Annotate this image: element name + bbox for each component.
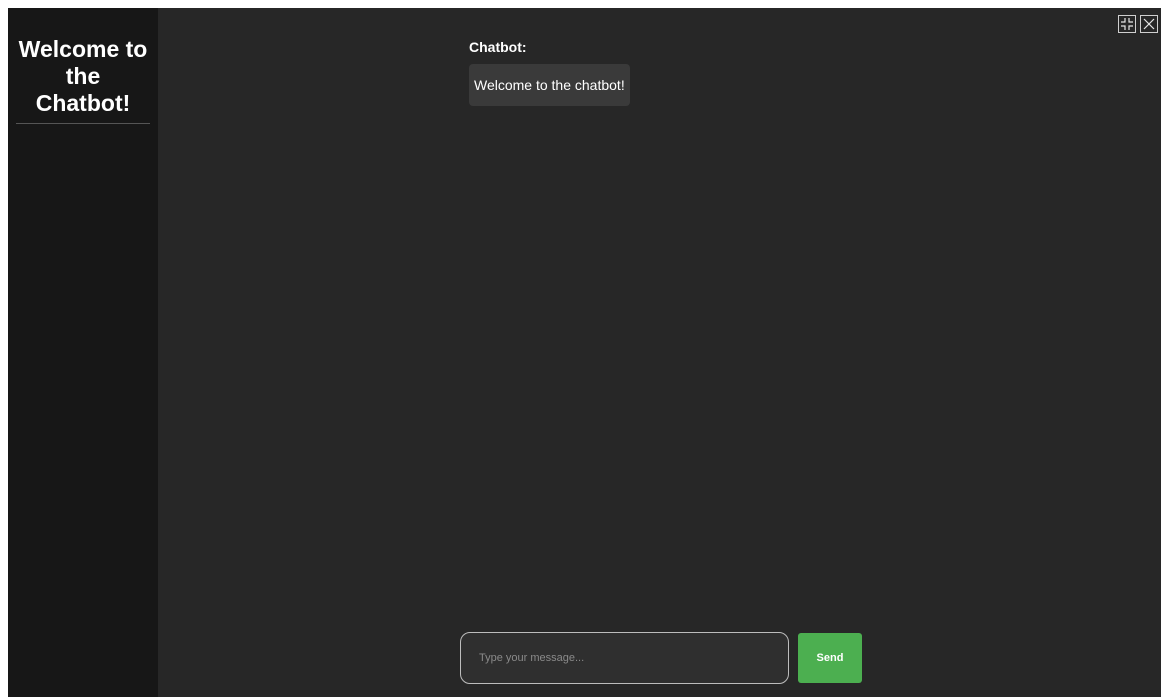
minimize-button[interactable] bbox=[1118, 15, 1136, 33]
chat-main: Chatbot: Welcome to the chatbot! Send bbox=[158, 8, 1161, 697]
chat-history: Chatbot: Welcome to the chatbot! bbox=[469, 39, 630, 106]
send-button[interactable]: Send bbox=[798, 633, 862, 683]
minimize-icon bbox=[1121, 18, 1133, 30]
message-sender: Chatbot: bbox=[469, 39, 527, 55]
sidebar-title: Welcome to the Chatbot! bbox=[16, 36, 150, 124]
window-controls bbox=[1118, 15, 1158, 33]
chat-message: Chatbot: Welcome to the chatbot! bbox=[469, 39, 630, 106]
close-button[interactable] bbox=[1140, 15, 1158, 33]
sidebar: Welcome to the Chatbot! bbox=[8, 8, 158, 697]
message-input[interactable] bbox=[460, 632, 789, 684]
message-composer: Send bbox=[460, 632, 862, 684]
message-bubble: Welcome to the chatbot! bbox=[469, 64, 630, 106]
chatbot-app: Welcome to the Chatbot! Chatbot: Welcome… bbox=[8, 8, 1161, 697]
close-icon bbox=[1143, 18, 1155, 30]
